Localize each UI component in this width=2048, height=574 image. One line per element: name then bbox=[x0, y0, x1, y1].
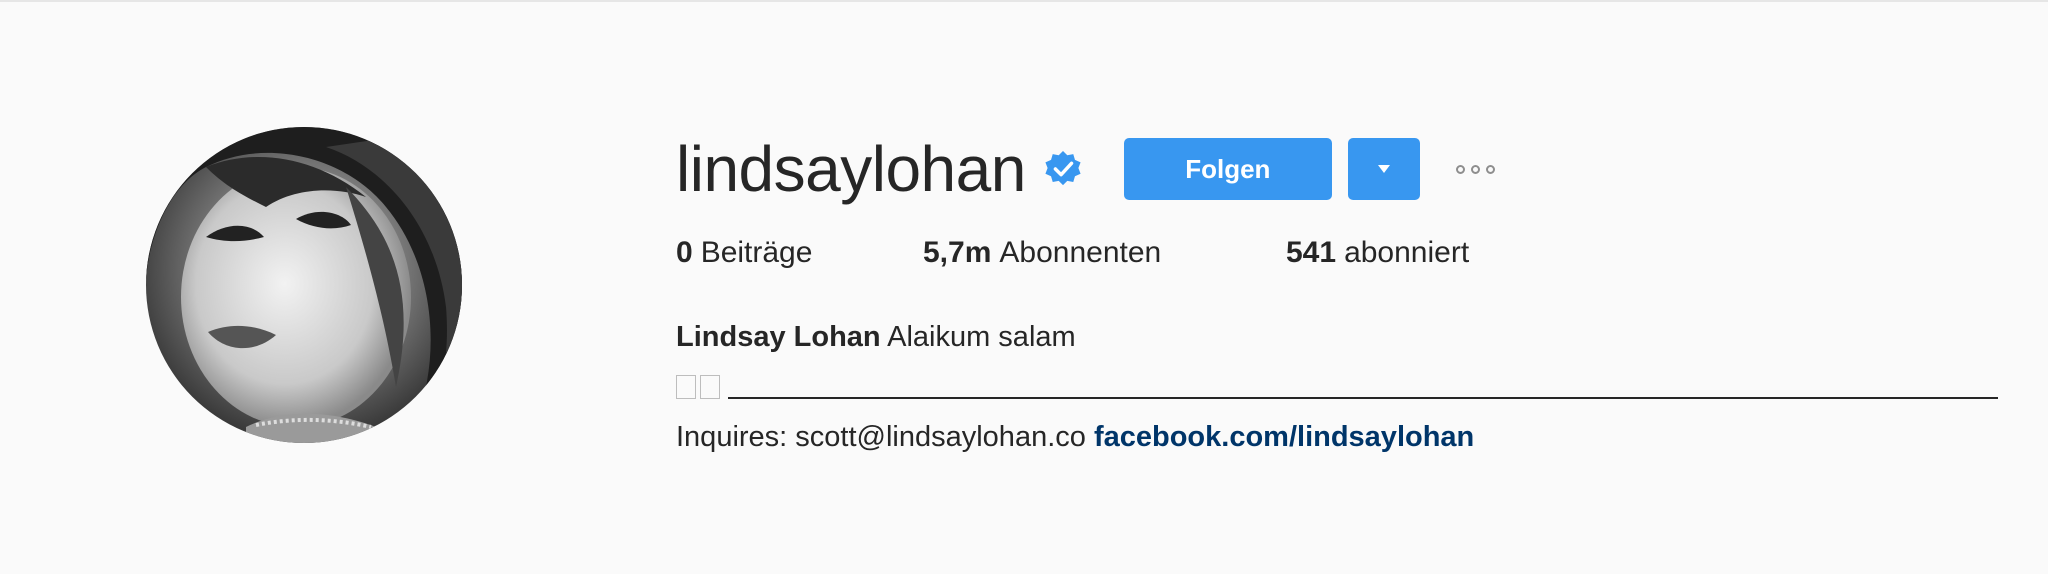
bio-inquiries: Inquires: scott@lindsaylohan.co bbox=[676, 421, 1086, 453]
followers-label: Abonnenten bbox=[999, 236, 1162, 269]
stat-posts: 0 Beiträge bbox=[676, 236, 923, 270]
bio-underline-divider bbox=[728, 375, 1998, 399]
profile-info: lindsaylohan Folgen 0 Beiträge 5,7m Abon… bbox=[676, 130, 2006, 462]
posts-count: 0 bbox=[676, 236, 693, 269]
missing-glyph-icon bbox=[676, 375, 696, 399]
posts-label: Beiträge bbox=[700, 236, 813, 269]
profile-bio: Lindsay Lohan Alaikum salam Inquires: sc… bbox=[676, 312, 2006, 462]
suggestions-dropdown-button[interactable] bbox=[1347, 138, 1420, 200]
missing-glyph-icon bbox=[700, 375, 720, 399]
username: lindsaylohan bbox=[676, 133, 1026, 205]
chevron-down-icon bbox=[1377, 165, 1390, 173]
bio-line-3: Inquires: scott@lindsaylohan.co facebook… bbox=[676, 412, 2006, 462]
avatar-image bbox=[146, 127, 462, 443]
profile-page: lindsaylohan Folgen 0 Beiträge 5,7m Abon… bbox=[0, 0, 2048, 574]
top-divider bbox=[0, 0, 2048, 2]
verified-badge-icon bbox=[1044, 150, 1082, 188]
following-label: abonniert bbox=[1344, 236, 1470, 269]
profile-header: lindsaylohan Folgen bbox=[676, 130, 2006, 208]
stat-following[interactable]: 541 abonniert bbox=[1286, 236, 1469, 270]
follow-button[interactable]: Folgen bbox=[1123, 138, 1332, 200]
more-options-dot bbox=[1455, 164, 1465, 174]
profile-avatar[interactable] bbox=[146, 127, 462, 443]
more-options-icon[interactable] bbox=[1452, 149, 1499, 189]
more-options-dot bbox=[1470, 164, 1480, 174]
following-count: 541 bbox=[1286, 236, 1337, 269]
followers-count: 5,7m bbox=[923, 236, 992, 269]
profile-stats: 0 Beiträge 5,7m Abonnenten 541 abonniert bbox=[676, 236, 2006, 270]
bio-external-link[interactable]: facebook.com/lindsaylohan bbox=[1094, 421, 1474, 453]
bio-full-name: Lindsay Lohan bbox=[676, 321, 881, 353]
stat-followers[interactable]: 5,7m Abonnenten bbox=[923, 236, 1286, 270]
more-options-dot bbox=[1485, 164, 1495, 174]
bio-line-2 bbox=[676, 362, 2006, 412]
bio-line-1: Lindsay Lohan Alaikum salam bbox=[676, 312, 2006, 362]
bio-text: Alaikum salam bbox=[887, 321, 1076, 353]
